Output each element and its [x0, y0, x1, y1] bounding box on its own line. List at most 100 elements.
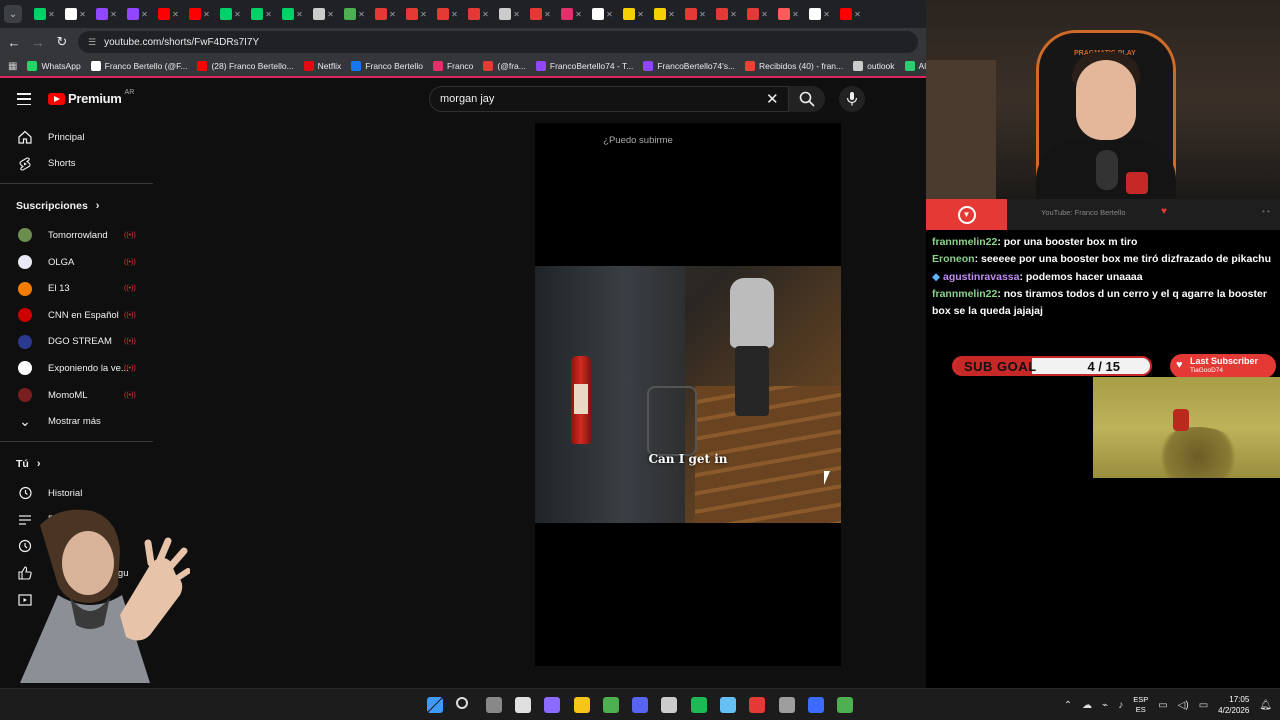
mic-tray-icon[interactable]: ♪ [1118, 700, 1123, 711]
store-icon[interactable] [514, 697, 531, 713]
browser-tab[interactable]: ✕ [30, 3, 59, 25]
language-indicator[interactable]: ESP ES [1133, 695, 1148, 715]
menu-icon[interactable] [17, 93, 31, 105]
tab-close-icon[interactable]: ✕ [296, 10, 303, 19]
bookmark-item[interactable]: (28) Franco Bertello... [197, 61, 294, 71]
file-explorer-icon[interactable] [573, 697, 590, 713]
steam-icon[interactable] [720, 697, 736, 713]
tab-close-icon[interactable]: ✕ [203, 10, 210, 19]
tab-close-icon[interactable]: ✕ [79, 10, 86, 19]
tab-close-icon[interactable]: ✕ [48, 10, 55, 19]
browser-tab[interactable]: ✕ [557, 3, 586, 25]
search-icon[interactable] [456, 697, 469, 709]
chrome-icon-2[interactable] [837, 697, 854, 713]
tab-search-icon[interactable]: ⌄ [4, 5, 22, 23]
bookmark-item[interactable]: FrancoBertello74's... [643, 61, 735, 71]
forward-icon[interactable]: → [26, 35, 50, 50]
tab-close-icon[interactable]: ✕ [637, 10, 644, 19]
sidebar-item-subscription[interactable]: Tomorrowland ((•)) [0, 222, 153, 249]
browser-tab[interactable]: ✕ [712, 3, 741, 25]
bookmark-item[interactable]: WhatsApp [27, 61, 81, 71]
clear-search-icon[interactable]: ✕ [766, 90, 779, 108]
tab-close-icon[interactable]: ✕ [699, 10, 706, 19]
browser-tab[interactable]: ✕ [371, 3, 400, 25]
discord-icon[interactable] [632, 697, 649, 713]
notifications-icon[interactable]: 🔔︎ [1259, 700, 1272, 711]
video-frame[interactable]: Can I get in [535, 266, 841, 523]
sidebar-item-history[interactable]: Historial [0, 480, 153, 507]
tab-close-icon[interactable]: ✕ [358, 10, 365, 19]
sidebar-item-subscription[interactable]: El 13 ((•)) [0, 275, 153, 302]
browser-tab[interactable]: ✕ [805, 3, 834, 25]
windows-start-icon[interactable] [427, 697, 443, 713]
bookmark-item[interactable]: Recibidos (40) - fran... [745, 61, 843, 71]
tab-close-icon[interactable]: ✕ [575, 10, 582, 19]
browser-tab[interactable]: ✕ [123, 3, 152, 25]
clock[interactable]: 17:05 4/2/2026 [1218, 694, 1249, 716]
sidebar-item-subscription[interactable]: Exponiendo la ve... ((•)) [0, 355, 153, 382]
back-icon[interactable]: ← [2, 35, 26, 50]
tab-close-icon[interactable]: ✕ [606, 10, 613, 19]
browser-tab[interactable]: ✕ [619, 3, 648, 25]
battery-icon[interactable]: ▭ [1199, 700, 1208, 711]
browser-tab[interactable]: ✕ [650, 3, 679, 25]
reload-icon[interactable]: ↻ [50, 34, 74, 50]
spotify-icon[interactable] [690, 697, 707, 713]
chrome-icon[interactable] [602, 697, 619, 713]
browser-tab[interactable]: ✕ [92, 3, 121, 25]
browser-tab[interactable]: ✕ [278, 3, 307, 25]
voice-search-button[interactable] [839, 86, 865, 112]
tab-close-icon[interactable]: ✕ [172, 10, 179, 19]
browser-tab[interactable]: ✕ [526, 3, 555, 25]
tab-close-icon[interactable]: ✕ [730, 10, 737, 19]
bookmark-item[interactable]: Netflix [303, 61, 341, 71]
app-icon[interactable] [749, 697, 766, 713]
tab-close-icon[interactable]: ✕ [327, 10, 334, 19]
volume-icon[interactable]: ◁) [1178, 700, 1189, 711]
site-info-icon[interactable]: ☰ [88, 37, 96, 48]
tab-close-icon[interactable]: ✕ [234, 10, 241, 19]
tab-close-icon[interactable]: ✕ [110, 10, 117, 19]
sidebar-item-principal[interactable]: Principal [0, 124, 153, 151]
tab-close-icon[interactable]: ✕ [513, 10, 520, 19]
tab-close-icon[interactable]: ✕ [854, 10, 861, 19]
youtube-logo[interactable]: Premium AR [48, 89, 134, 106]
browser-tab[interactable]: ✕ [309, 3, 338, 25]
tab-close-icon[interactable]: ✕ [389, 10, 396, 19]
bookmark-item[interactable]: (@fra... [483, 61, 526, 71]
sidebar-item-subscription[interactable]: DGO STREAM ((•)) [0, 329, 153, 356]
tab-close-icon[interactable]: ✕ [420, 10, 427, 19]
apps-grid-icon[interactable]: ▦ [8, 61, 17, 72]
browser-tab[interactable]: ✕ [495, 3, 524, 25]
bookmark-item[interactable]: Franco Bertello [351, 61, 423, 71]
browser-tab[interactable]: ✕ [433, 3, 462, 25]
bookmark-item[interactable]: Franco Bertello (@F... [90, 61, 187, 71]
app-icon-3[interactable] [807, 697, 824, 713]
search-button[interactable] [789, 86, 825, 112]
tab-close-icon[interactable]: ✕ [823, 10, 830, 19]
onedrive-icon[interactable]: ☁ [1082, 700, 1092, 711]
subscriptions-header[interactable]: Suscripciones › [0, 190, 153, 222]
search-input[interactable]: morgan jay [429, 86, 789, 112]
sidebar-item-shorts[interactable]: Shorts [0, 151, 153, 178]
browser-tab[interactable]: ✕ [588, 3, 617, 25]
browser-tab[interactable]: ✕ [774, 3, 803, 25]
browser-tab[interactable]: ✕ [216, 3, 245, 25]
shorts-player[interactable]: ¿Puedo subirme Can I get in [535, 123, 841, 666]
tab-close-icon[interactable]: ✕ [141, 10, 148, 19]
browser-tab[interactable]: ✕ [247, 3, 276, 25]
browser-tab[interactable]: ✕ [743, 3, 772, 25]
browser-tab[interactable]: ✕ [681, 3, 710, 25]
address-bar[interactable]: ☰ youtube.com/shorts/FwF4DRs7I7Y [78, 31, 918, 53]
tab-close-icon[interactable]: ✕ [792, 10, 799, 19]
browser-tab[interactable]: ✕ [61, 3, 90, 25]
task-view-icon[interactable] [485, 697, 502, 713]
you-header[interactable]: Tú › [0, 448, 153, 480]
sidebar-item-subscription[interactable]: CNN en Español ((•)) [0, 302, 153, 329]
network-icon[interactable]: ▭ [1158, 700, 1167, 711]
browser-tab[interactable]: ✕ [340, 3, 369, 25]
tab-close-icon[interactable]: ✕ [668, 10, 675, 19]
bookmark-item[interactable]: Franco [432, 61, 473, 71]
browser-tab[interactable]: ✕ [836, 3, 865, 25]
browser-tab[interactable]: ✕ [154, 3, 183, 25]
